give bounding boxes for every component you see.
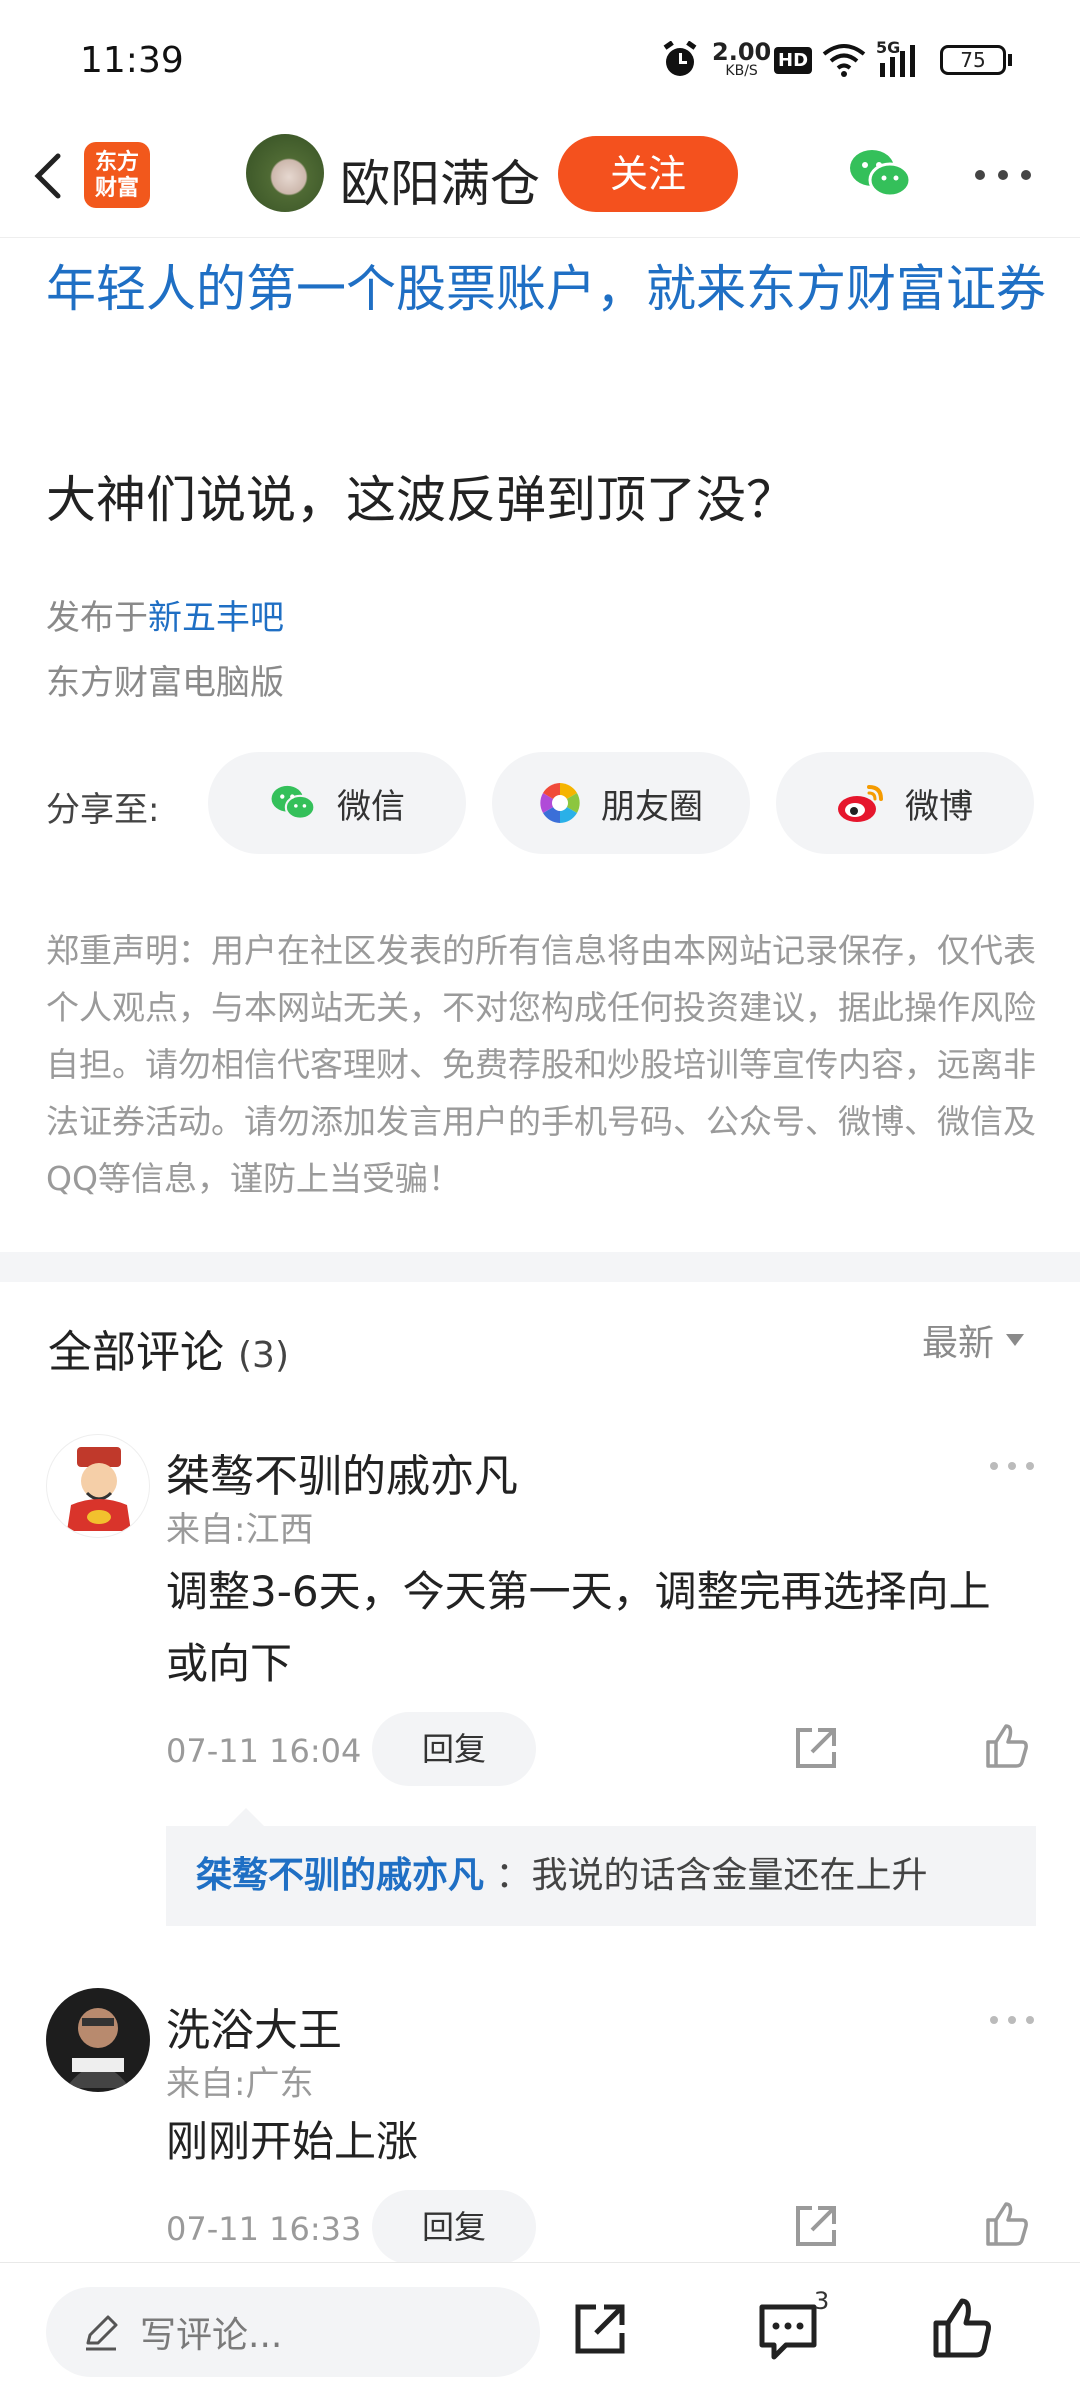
reply-text: ：我说的话含金量还在上升 [495,1855,928,1896]
hd-icon: HD [774,40,813,80]
user-photo-avatar-icon [66,2008,130,2088]
section-divider [0,1252,1080,1282]
top-nav: 东方 财富 欧阳满仓 关注 [0,120,1080,238]
status-time: 11:39 [80,40,184,81]
sort-dropdown[interactable]: 最新 [922,1314,1025,1366]
share-icon[interactable] [792,2202,840,2250]
post-title: 大神们说说，这波反弹到顶了没？ [46,471,796,529]
more-icon[interactable] [968,160,1038,190]
comment-more-icon[interactable] [988,2012,1036,2026]
comments-icon[interactable] [756,2299,820,2363]
moments-icon [540,783,580,823]
avatar[interactable] [46,1988,150,2092]
status-bar: 11:39 2.00 KB/S HD 5G 75 [0,0,1080,120]
reply-caret [228,1808,264,1826]
avatar[interactable] [46,1434,150,1538]
share-icon[interactable] [792,1724,840,1772]
comment-count-badge: 3 [814,2287,830,2315]
write-comment-input[interactable]: 写评论... [46,2287,540,2377]
share-moments-button[interactable]: 朋友圈 [492,752,750,854]
comments-count: (3) [238,1335,289,1376]
bottom-bar: 写评论... 3 [0,2262,1080,2400]
comment-author[interactable]: 洗浴大王 [166,1994,342,2058]
nested-reply[interactable]: 桀骜不驯的戚亦凡 ：我说的话含金量还在上升 [166,1826,1036,1926]
weibo-icon [838,785,883,822]
wechat-icon [271,785,316,820]
post-source: 东方财富电脑版 [46,663,284,703]
share-label: 分享至: [46,790,160,830]
signal-icon: 5G [876,38,926,80]
like-icon[interactable] [982,1722,1030,1770]
wechat-share-icon[interactable] [848,144,912,204]
pencil-icon [86,2315,118,2351]
ad-link[interactable]: 年轻人的第一个股票账户，就来东方财富证券 [46,250,1046,328]
comment-text: 调整3-6天，今天第一天，调整完再选择向上或向下 [166,1567,991,1688]
published-info: 发布于新五丰吧 [46,598,284,638]
share-weibo-button[interactable]: 微博 [776,752,1034,854]
dropdown-triangle-icon [1006,1334,1025,1346]
reply-button[interactable]: 回复 [372,2190,536,2264]
wifi-icon [822,40,866,80]
app-logo[interactable]: 东方 财富 [84,142,150,208]
comment-text: 刚刚开始上涨 [166,2117,419,2166]
fortune-god-avatar-icon [67,1447,131,1531]
comment-time: 07-11 16:04 [166,1732,362,1770]
share-icon[interactable] [570,2299,630,2359]
battery-icon: 75 [940,40,1012,80]
forum-link[interactable]: 新五丰吧 [148,598,284,638]
back-button[interactable] [20,144,84,208]
back-arrow-icon [34,153,61,199]
like-icon[interactable] [930,2297,994,2361]
disclaimer-text: 郑重声明：用户在社区发表的所有信息将由本网站记录保存，仅代表个人观点，与本网站无… [46,931,1036,1198]
reply-button[interactable]: 回复 [372,1712,536,1786]
share-wechat-button[interactable]: 微信 [208,752,466,854]
comments-header: 全部评论 (3) [48,1327,289,1378]
net-speed: 2.00 KB/S [712,38,772,79]
like-icon[interactable] [982,2200,1030,2248]
reply-author[interactable]: 桀骜不驯的戚亦凡 [196,1855,484,1896]
comment-time: 07-11 16:33 [166,2210,362,2248]
comment-location: 来自:广东 [166,2064,314,2104]
author-name[interactable]: 欧阳满仓 [340,144,540,216]
comment-more-icon[interactable] [988,1458,1036,1472]
alarm-icon [662,40,698,80]
author-avatar[interactable] [246,134,324,212]
comment-author[interactable]: 桀骜不驯的戚亦凡 [166,1440,518,1504]
comment-location: 来自:江西 [166,1510,314,1550]
follow-button[interactable]: 关注 [558,136,738,212]
